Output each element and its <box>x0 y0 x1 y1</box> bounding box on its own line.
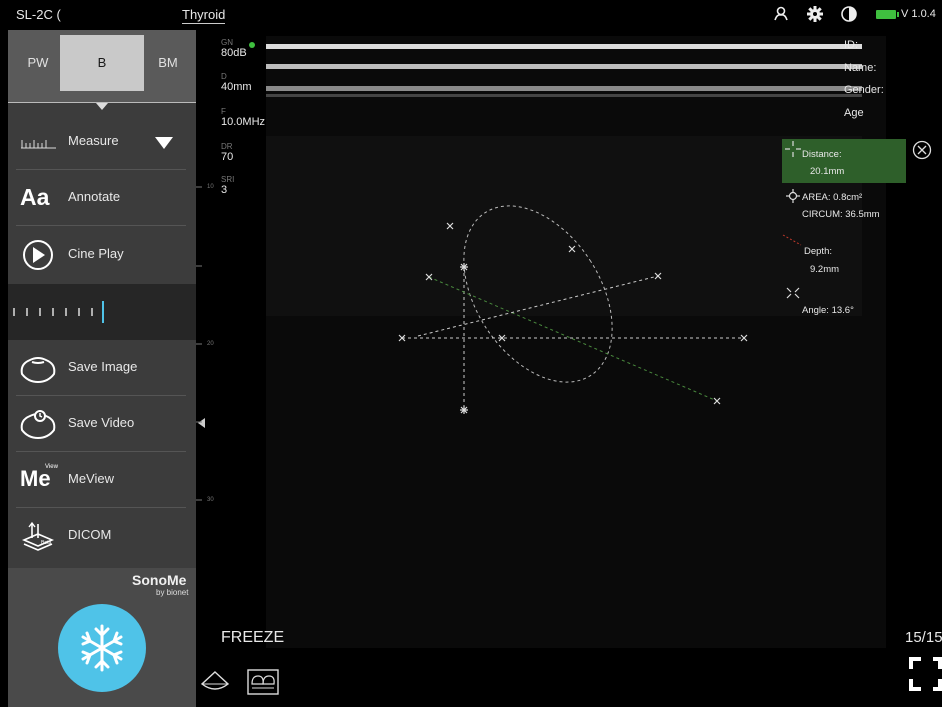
ultrasound-image[interactable] <box>266 36 886 648</box>
param-depth: D 40mm <box>221 72 252 93</box>
distance-value: 20.1mm <box>810 166 845 177</box>
brand-subtitle: by bionet <box>156 588 189 597</box>
meview-icon-sup: View <box>45 464 58 470</box>
depth-tick-20: 20 <box>207 341 214 347</box>
param-dr-value: 70 <box>221 151 234 163</box>
patient-name-label: Name: <box>844 62 877 74</box>
angle-icon <box>786 287 800 299</box>
preset-selector[interactable]: Thyroid <box>182 7 226 24</box>
top-bar: SL-2C ( Thyroid V 1.0.4 <box>0 0 942 30</box>
param-dynamic-range: DR 70 <box>221 142 233 163</box>
depth-label: Depth: <box>804 246 832 257</box>
circumference-value: CIRCUM: 36.5mm <box>802 209 880 220</box>
patient-gender-label: Gender: <box>844 84 884 96</box>
meview-button[interactable]: Me View MeView <box>8 452 196 508</box>
ruler-icon <box>21 140 56 149</box>
annotate-icon: Aa <box>20 184 50 210</box>
annotate-button[interactable]: Aa Annotate <box>8 170 196 226</box>
dicom-label: DICOM <box>68 527 112 542</box>
mode-pw-button[interactable]: PW <box>14 35 62 91</box>
param-gain-value: 80dB <box>221 47 247 59</box>
freeze-status-label: FREEZE <box>221 629 285 646</box>
version-label: V 1.0.4 <box>901 8 936 20</box>
ultrasound-speckle <box>266 36 886 648</box>
play-icon <box>23 240 53 270</box>
cine-slider-track <box>13 301 104 323</box>
save-image-button[interactable]: Save Image <box>8 340 196 396</box>
param-sri-value: 3 <box>221 184 228 196</box>
param-gain: GN 80dB <box>221 38 247 59</box>
close-icon[interactable] <box>912 140 932 160</box>
param-sri: SRI 3 <box>221 175 234 196</box>
battery-icon <box>876 10 899 19</box>
brand-logo: SonoMe <box>132 572 187 588</box>
cine-play-button[interactable]: Cine Play <box>8 227 196 283</box>
meview-label: MeView <box>68 471 115 486</box>
save-video-icon <box>20 410 56 440</box>
patient-id-label: ID: <box>844 39 859 51</box>
param-dr-key: DR <box>221 142 233 151</box>
mode-b-button[interactable]: B <box>60 35 144 91</box>
param-gain-key: GN <box>221 38 233 47</box>
param-sri-key: SRI <box>221 175 235 184</box>
dual-view-icon[interactable] <box>246 668 280 696</box>
dicom-button[interactable]: Beta DICOM <box>8 508 196 564</box>
cine-play-label: Cine Play <box>68 246 124 261</box>
crosshair-icon <box>785 141 801 157</box>
save-image-label: Save Image <box>68 359 138 374</box>
snowflake-icon <box>81 624 123 672</box>
param-depth-value: 40mm <box>221 81 252 93</box>
contrast-icon[interactable] <box>840 5 858 23</box>
measure-button[interactable]: Measure <box>8 114 196 170</box>
param-depth-key: D <box>221 72 227 81</box>
depth-tick-30: 30 <box>207 497 214 503</box>
user-icon[interactable] <box>772 5 790 23</box>
sidebar: PW B BM Measure Aa Annotate Cine Play Sa… <box>8 30 196 707</box>
depth-line-icon <box>782 234 802 246</box>
area-value: AREA: 0.8cm² <box>802 192 863 203</box>
measure-label: Measure <box>68 133 119 148</box>
mode-selector: PW B BM <box>8 30 196 102</box>
cine-frame-slider[interactable] <box>8 284 196 340</box>
depth-tick-10: 10 <box>207 184 214 190</box>
fullscreen-icon[interactable] <box>907 655 942 693</box>
mode-bm-button[interactable]: BM <box>142 35 194 91</box>
dicom-icon <box>21 521 55 551</box>
angle-value: Angle: 13.6° <box>802 305 854 316</box>
param-frequency-key: F <box>221 107 226 116</box>
freeze-button[interactable] <box>58 604 146 692</box>
mode-indicator-notch <box>96 103 108 110</box>
area-target-icon <box>786 189 800 203</box>
depth-value: 9.2mm <box>810 264 840 275</box>
gear-icon[interactable] <box>806 5 824 23</box>
patient-age-label: Age <box>844 107 864 119</box>
param-frequency-value: 10.0MHz <box>221 116 266 128</box>
probe-view-icon[interactable] <box>199 668 231 698</box>
probe-label[interactable]: SL-2C ( <box>16 7 61 22</box>
save-image-icon <box>20 357 56 384</box>
save-video-button[interactable]: Save Video <box>8 396 196 452</box>
frame-counter: 15/15 <box>905 629 942 646</box>
gain-status-dot <box>249 42 255 48</box>
dicom-icon-sup: Beta <box>41 540 52 546</box>
annotate-label: Annotate <box>68 189 121 204</box>
save-video-label: Save Video <box>68 415 135 430</box>
param-frequency: F 10.0MHz <box>221 107 265 128</box>
triangle-down-icon[interactable] <box>154 136 174 150</box>
distance-label: Distance: <box>802 149 842 160</box>
